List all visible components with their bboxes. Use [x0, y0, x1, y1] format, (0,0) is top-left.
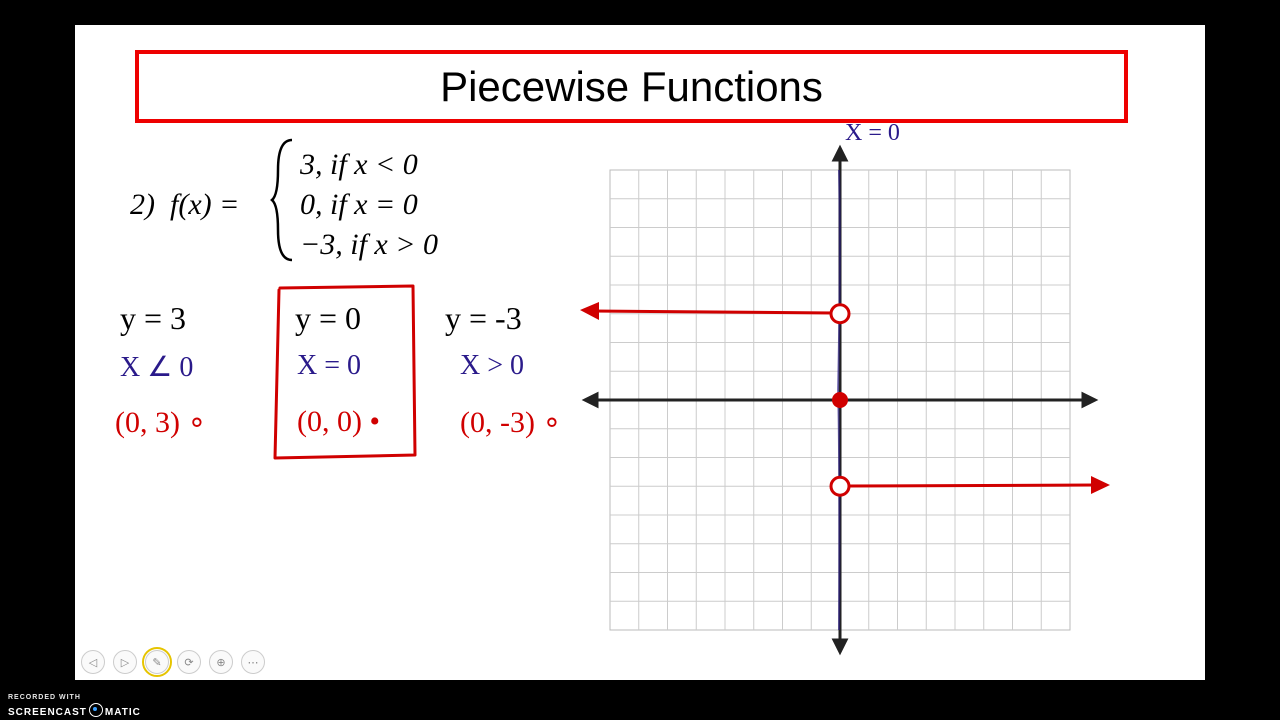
watermark: RECORDED WITH SCREENCAST MATIC [8, 694, 141, 718]
graph [575, 140, 1115, 660]
more-button[interactable]: ⋯ [241, 650, 265, 674]
pen-button[interactable]: ✎ [145, 650, 169, 674]
brace-icon [270, 135, 300, 265]
watermark-dot-icon [89, 703, 103, 717]
watermark-brand-b: MATIC [105, 707, 141, 718]
page-title: Piecewise Functions [440, 63, 823, 111]
note-pt3: (0, -3) ∘ [460, 405, 561, 440]
problem-number: 2) [130, 185, 155, 226]
watermark-brand-a: SCREENCAST [8, 707, 87, 718]
note-pt1: (0, 3) ∘ [115, 405, 206, 440]
piece-3: −3, if x > 0 [300, 225, 438, 266]
piece-2: 0, if x = 0 [300, 185, 418, 226]
title-box: Piecewise Functions [135, 50, 1128, 123]
note-x1: X ∠ 0 [120, 350, 193, 384]
slide: Piecewise Functions 2) f(x) = 3, if x < … [75, 25, 1205, 680]
refresh-button[interactable]: ⟳ [177, 650, 201, 674]
next-button[interactable]: ▷ [113, 650, 137, 674]
watermark-line1: RECORDED WITH [8, 694, 141, 701]
zoom-button[interactable]: ⊕ [209, 650, 233, 674]
highlight-box [265, 280, 425, 470]
point-origin [832, 392, 848, 408]
note-y3: y = -3 [445, 300, 522, 337]
piece-1: 3, if x < 0 [300, 145, 418, 186]
slide-toolbar: ◁ ▷ ✎ ⟳ ⊕ ⋯ [81, 650, 265, 674]
note-x3: X > 0 [460, 350, 524, 382]
function-lhs: f(x) = [170, 185, 239, 226]
note-y1: y = 3 [120, 300, 186, 337]
prev-button[interactable]: ◁ [81, 650, 105, 674]
